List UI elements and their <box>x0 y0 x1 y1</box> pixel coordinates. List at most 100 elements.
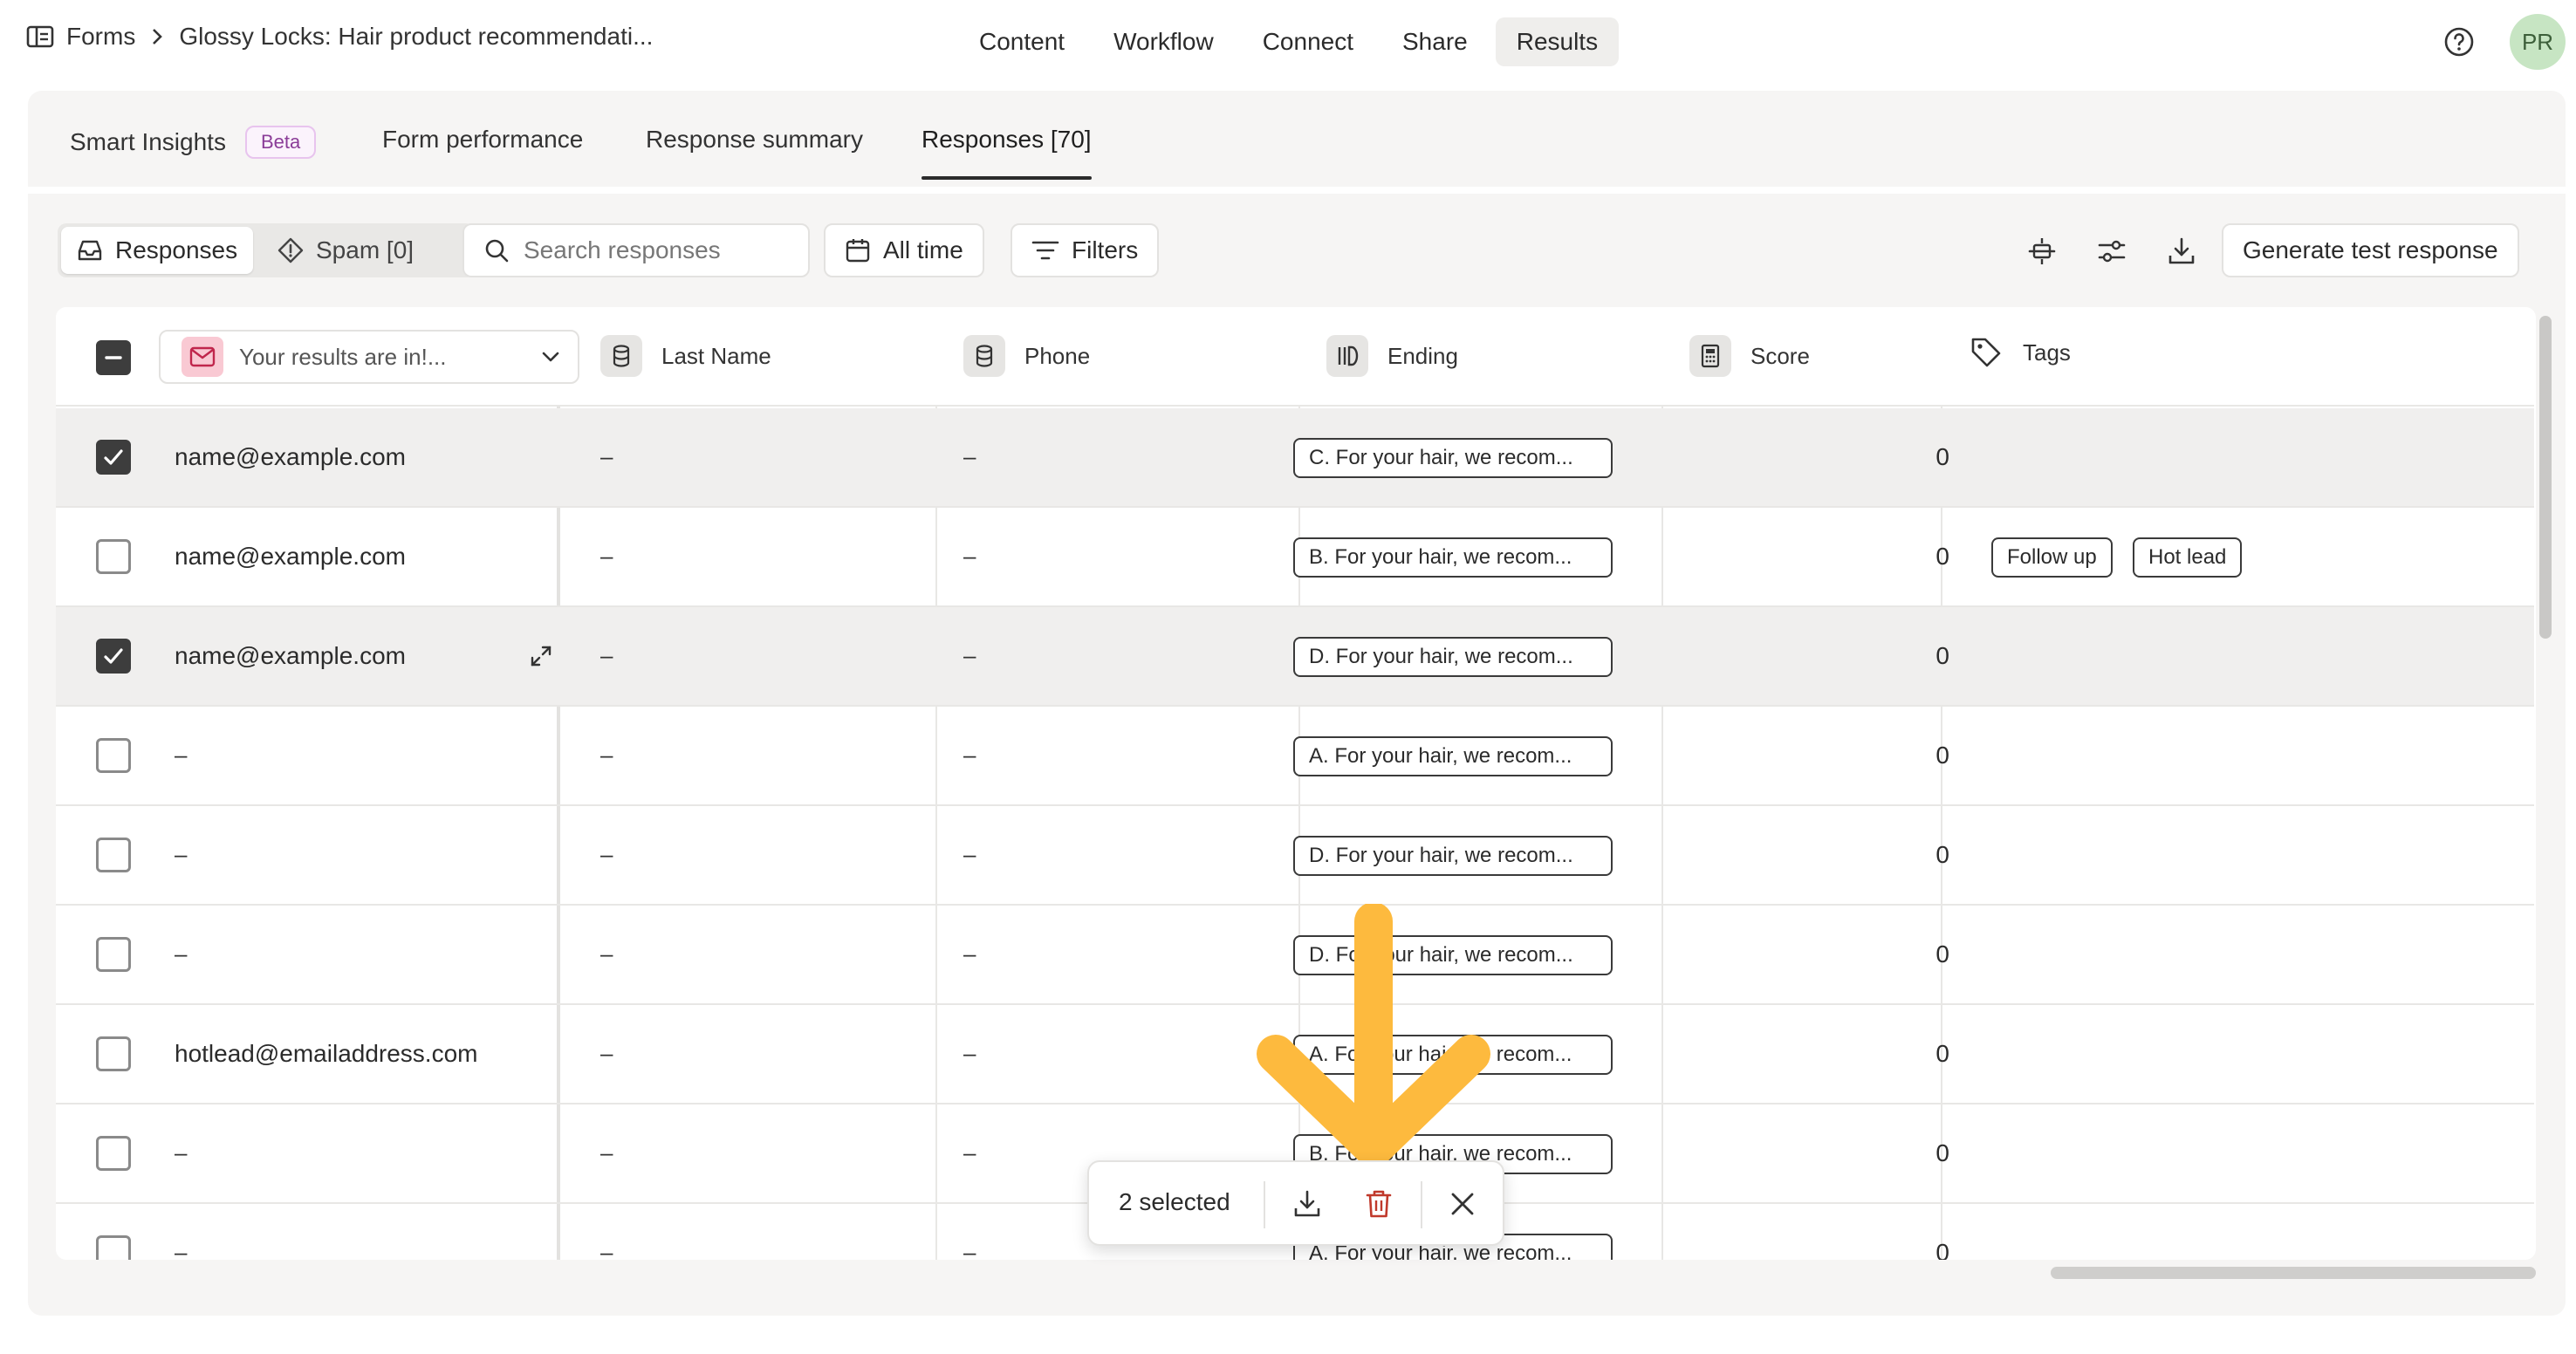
filters-button[interactable]: Filters <box>1011 223 1160 277</box>
toolbar-divider <box>1264 1181 1265 1228</box>
last-name-cell: – <box>600 543 613 569</box>
tag-follow-up[interactable]: Follow up <box>1991 537 2113 578</box>
row-checkbox[interactable] <box>96 738 131 773</box>
phone-cell: – <box>963 742 976 768</box>
nav-connect[interactable]: Connect <box>1242 17 1374 66</box>
generate-test-response-button[interactable]: Generate test response <box>2222 223 2519 277</box>
spam-toggle-label: Spam [0] <box>316 236 414 263</box>
column-header-score[interactable]: Score <box>1689 335 1810 377</box>
responses-toggle-button[interactable]: Responses <box>61 227 254 274</box>
score-cell: 0 <box>1935 1239 1949 1260</box>
column-header-last-name[interactable]: Last Name <box>600 335 771 377</box>
forms-icon <box>26 25 54 48</box>
phone-cell: – <box>963 642 976 668</box>
score-cell: 0 <box>1935 1040 1949 1067</box>
score-cell: 0 <box>1935 940 1949 968</box>
date-range-label: All time <box>883 236 963 263</box>
column-header-phone-label: Phone <box>1024 342 1091 369</box>
column-header-phone[interactable]: Phone <box>963 335 1090 377</box>
close-icon[interactable] <box>1443 1185 1482 1223</box>
vertical-scroll-thumb[interactable] <box>2539 316 2552 639</box>
trash-icon[interactable] <box>1360 1185 1398 1223</box>
inbox-icon <box>77 239 103 262</box>
row-density-icon[interactable] <box>2023 232 2061 270</box>
expand-icon[interactable] <box>527 642 555 670</box>
email-cell: name@example.com <box>175 443 406 470</box>
row-checkbox[interactable] <box>96 1136 131 1171</box>
row-checkbox[interactable] <box>96 639 131 674</box>
last-name-cell: – <box>600 940 613 967</box>
tag-icon <box>1969 335 2004 370</box>
phone-cell: – <box>963 543 976 569</box>
avatar[interactable]: PR <box>2510 14 2566 70</box>
selected-count: 2 selected <box>1119 1188 1230 1215</box>
vertical-scrollbar[interactable] <box>2539 307 2552 1260</box>
phone-cell: – <box>963 443 976 469</box>
row-checkbox[interactable] <box>96 1036 131 1071</box>
table-row[interactable]: name@example.com – – C. For your hair, w… <box>56 408 2534 508</box>
tab-smart-insights-label: Smart Insights <box>70 128 226 155</box>
calculator-icon <box>1689 335 1731 377</box>
nav-workflow[interactable]: Workflow <box>1093 17 1235 66</box>
tab-responses[interactable]: Responses [70] <box>921 126 1092 180</box>
date-range-button[interactable]: All time <box>824 223 984 277</box>
results-subtabs: Smart Insights Beta Form performance Resp… <box>28 91 2566 194</box>
phone-cell: – <box>963 1040 976 1066</box>
ending-chip: C. For your hair, we recom... <box>1293 438 1613 478</box>
search-box <box>462 223 810 277</box>
chevron-down-icon <box>541 351 560 363</box>
select-all-checkbox[interactable] <box>96 340 131 375</box>
email-cell: name@example.com <box>175 543 406 570</box>
row-checkbox[interactable] <box>96 1235 131 1260</box>
table-row[interactable]: – – – A. For your hair, we recom... 0 <box>56 707 2534 806</box>
row-checkbox[interactable] <box>96 539 131 574</box>
nav-content[interactable]: Content <box>958 17 1086 66</box>
ending-chip: B. For your hair, we recom... <box>1293 537 1613 578</box>
email-cell: – <box>175 742 188 768</box>
breadcrumb-forms-link[interactable]: Forms <box>66 23 135 51</box>
column-header-ending[interactable]: Ending <box>1326 335 1458 377</box>
top-navigation: Content Workflow Connect Share Results <box>958 17 1620 66</box>
last-name-cell: – <box>600 742 613 768</box>
responses-spam-toggle: Responses Spam [0] <box>58 223 475 277</box>
database-icon <box>600 335 642 377</box>
row-checkbox[interactable] <box>96 440 131 475</box>
filter-icon <box>1031 239 1059 262</box>
download-icon[interactable] <box>2162 232 2201 270</box>
row-checkbox[interactable] <box>96 838 131 872</box>
database-icon <box>963 335 1005 377</box>
column-header-tags[interactable]: Tags <box>1969 335 2071 370</box>
table-row[interactable]: name@example.com – – B. For your hair, w… <box>56 508 2534 607</box>
nav-results[interactable]: Results <box>1495 17 1620 66</box>
breadcrumb-form-title[interactable]: Glossy Locks: Hair product recommendati.… <box>179 23 653 51</box>
annotation-arrow <box>1257 904 1510 1174</box>
phone-cell: – <box>963 1139 976 1166</box>
table-row[interactable]: name@example.com – – D. For your hair, w… <box>56 607 2534 707</box>
column-header-score-label: Score <box>1750 342 1810 369</box>
ending-icon <box>1326 335 1368 377</box>
email-cell: – <box>175 940 188 967</box>
search-input[interactable] <box>524 236 785 264</box>
selection-toolbar: 2 selected <box>1087 1160 1504 1246</box>
horizontal-scrollbar[interactable] <box>2051 1267 2536 1279</box>
nav-share[interactable]: Share <box>1381 17 1489 66</box>
settings-sliders-icon[interactable] <box>2093 232 2131 270</box>
tag-hot-lead[interactable]: Hot lead <box>2133 537 2243 578</box>
table-row[interactable]: – – – D. For your hair, we recom... 0 <box>56 806 2534 906</box>
table-header: Your results are in!... Last Name Phone <box>56 307 2534 407</box>
email-question-select[interactable]: Your results are in!... <box>159 330 579 384</box>
score-cell: 0 <box>1935 443 1949 470</box>
help-icon[interactable] <box>2443 26 2475 58</box>
tab-response-summary[interactable]: Response summary <box>646 126 863 154</box>
tab-form-performance[interactable]: Form performance <box>382 126 583 154</box>
download-selected-icon[interactable] <box>1288 1185 1326 1223</box>
top-bar: Forms Glossy Locks: Hair product recomme… <box>0 0 2576 87</box>
email-cell: – <box>175 1139 188 1166</box>
mail-icon <box>182 337 223 377</box>
toolbar-divider <box>1421 1181 1422 1228</box>
spam-warning-icon <box>277 237 304 263</box>
tab-smart-insights[interactable]: Smart Insights Beta <box>70 126 317 159</box>
spam-toggle-button[interactable]: Spam [0] <box>262 227 429 274</box>
last-name-cell: – <box>600 1040 613 1066</box>
row-checkbox[interactable] <box>96 937 131 972</box>
